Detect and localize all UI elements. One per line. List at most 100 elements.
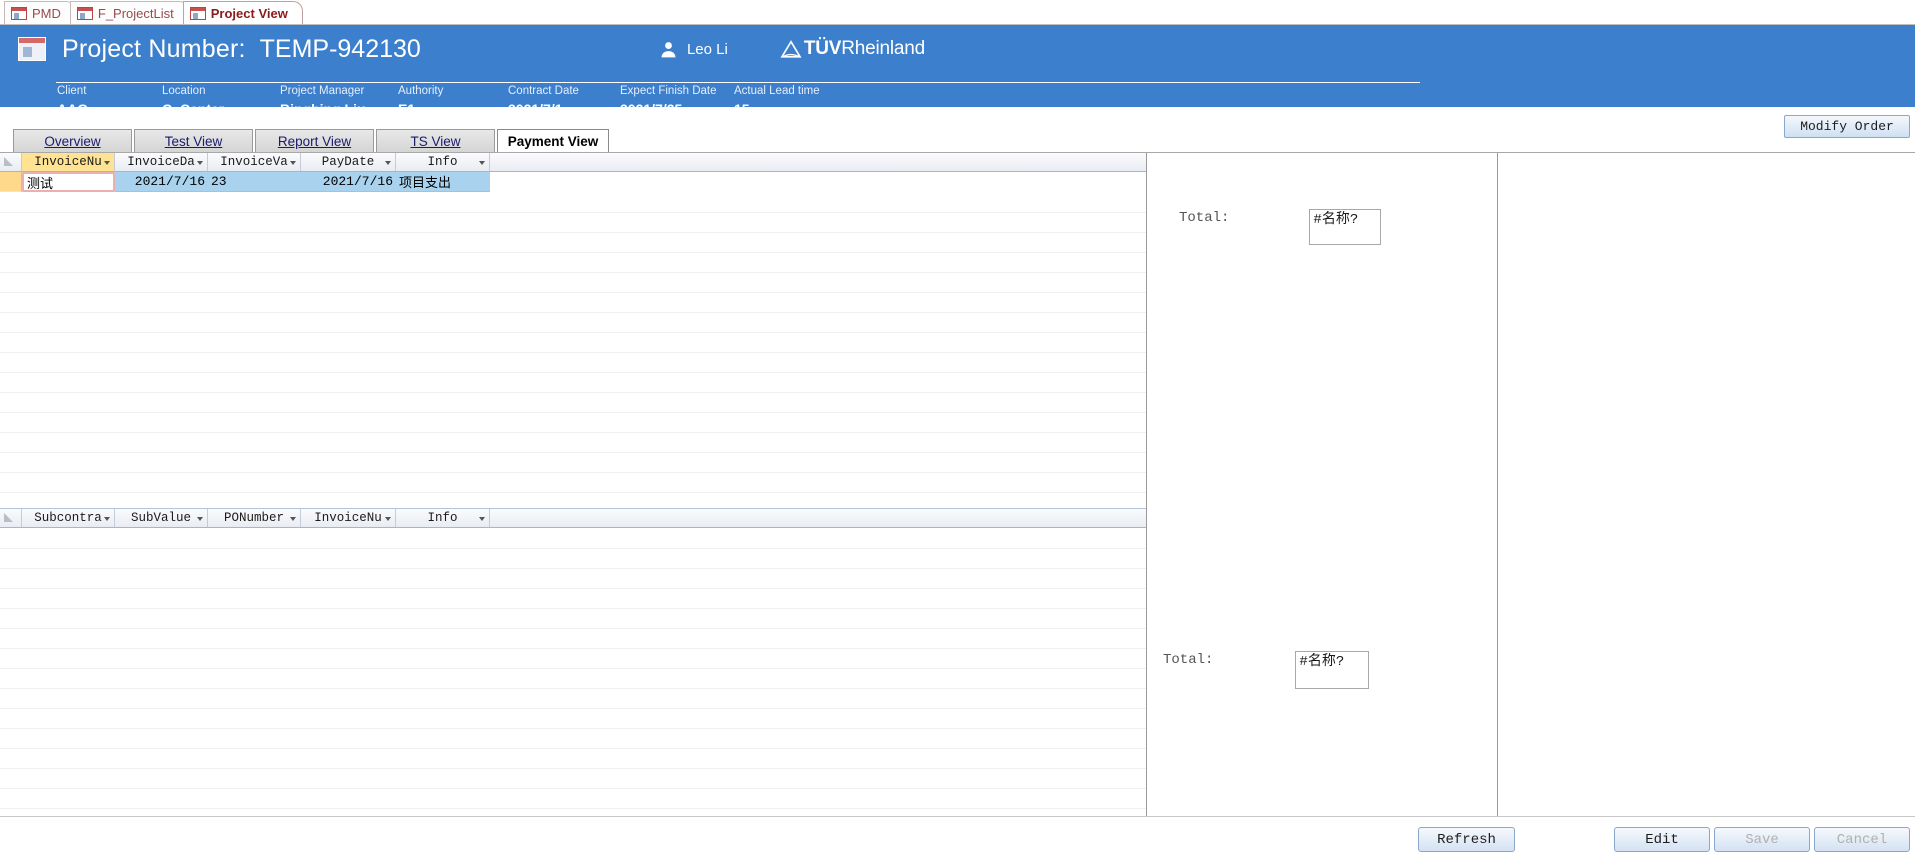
subcontract-total-value[interactable]: #名称? [1295,651,1370,689]
user-name: Leo Li [686,40,728,58]
row-selector[interactable] [0,172,22,192]
chevron-down-icon[interactable] [290,517,296,521]
field-location: Location C. Center [162,83,280,118]
payment-datasheet: InvoiceNu InvoiceDa InvoiceVa PayDate In… [0,153,1146,513]
cancel-button: Cancel [1814,827,1910,852]
subcontract-total-block: Total: #名称? [1163,651,1370,689]
doc-tab-label: F_ProjectList [97,5,174,21]
field-label: Actual Lead time [734,85,820,97]
field-label: Contract Date [508,85,579,97]
totals-panel: Total: #名称? Total: #名称? [1147,153,1497,816]
payment-view-body: InvoiceNu InvoiceDa InvoiceVa PayDate In… [0,152,1915,816]
page-title: Project Number: [62,34,246,63]
column-header-invoicedate[interactable]: InvoiceDa [115,153,208,171]
field-expect-finish-date: Expect Finish Date 2021/7/25 [620,83,734,118]
user-icon [661,41,676,57]
edit-button[interactable]: Edit [1614,827,1710,852]
column-header-subvalue[interactable]: SubValue [115,509,208,527]
field-label: Authority [398,85,444,97]
column-label: InvoiceNu [314,511,382,525]
field-value: 2021/7/25 [620,101,683,117]
subcontract-grid-empty-area[interactable] [0,529,1146,816]
doc-tab-label: PMD [32,5,61,21]
chevron-down-icon[interactable] [104,517,110,521]
header-filler [490,509,1146,527]
chevron-down-icon[interactable] [385,517,391,521]
column-header-invoicevalue[interactable]: InvoiceVa [208,153,301,171]
cell-invoicevalue[interactable]: 23 [208,172,301,192]
tab-payment-view[interactable]: Payment View [497,129,609,153]
right-empty-panel [1498,153,1915,816]
chevron-down-icon[interactable] [104,161,110,165]
refresh-button[interactable]: Refresh [1418,827,1515,852]
datasheet-icon [11,6,27,20]
subcontract-grid-header-row: Subcontra SubValue PONumber InvoiceNu In… [0,509,1146,528]
field-client: Client AAG [57,83,162,118]
column-label: Info [427,155,458,169]
form-icon [18,37,46,61]
tab-overview[interactable]: Overview [13,129,132,153]
field-actual-lead-time: Actual Lead time 15 [734,83,854,118]
field-label: Project Manager [280,85,365,97]
tuv-brand-normal: Rheinland [841,38,925,59]
chevron-down-icon[interactable] [385,161,391,165]
column-header-subcontractor[interactable]: Subcontra [22,509,115,527]
chevron-down-icon[interactable] [290,161,296,165]
project-fields: Client AAG Location C. Center Project Ma… [57,83,854,118]
table-row[interactable]: 测试 2021/7/16 23 2021/7/16 项目支出 [0,172,1146,192]
column-header-ponumber[interactable]: PONumber [208,509,301,527]
field-label: Location [162,85,206,97]
payment-total-value[interactable]: #名称? [1309,209,1382,245]
project-header: Project Number: TEMP-942130 Leo Li TÜV R… [0,25,1915,138]
column-header-invoicenumber[interactable]: InvoiceNu [22,153,115,171]
column-header-paydate[interactable]: PayDate [301,153,396,171]
action-footer: Refresh Edit Save Cancel [0,816,1915,863]
tab-report-view[interactable]: Report View [255,129,374,153]
datasheet-icon [76,6,93,20]
project-number-value: TEMP-942130 [259,34,421,63]
doc-tab-pmd[interactable]: PMD [4,1,76,24]
cell-info[interactable]: 项目支出 [396,172,490,192]
cell-invoicenumber[interactable]: 测试 [22,172,115,192]
column-header-info[interactable]: Info [396,153,490,171]
tab-ts-view[interactable]: TS View [376,129,495,153]
cell-invoicedate[interactable]: 2021/7/16 [115,172,208,192]
doc-tab-f-projectlist[interactable]: F_ProjectList [69,1,189,24]
field-value: AAG [57,101,89,117]
subcontract-datasheet: Subcontra SubValue PONumber InvoiceNu In… [0,508,1146,816]
chevron-down-icon[interactable] [479,517,485,521]
doc-tab-label: Project View [210,5,288,21]
cell-paydate[interactable]: 2021/7/16 [301,172,396,192]
field-project-manager: Project Manager Bingbing Liu [280,83,398,118]
column-label: SubValue [130,511,191,525]
user-chip[interactable]: Leo Li [659,40,728,59]
view-tab-bar: Overview Test View Report View TS View P… [0,125,1915,153]
column-header-info[interactable]: Info [396,509,490,527]
tab-test-view[interactable]: Test View [134,129,253,153]
column-label: InvoiceVa [220,155,288,169]
column-label: PayDate [321,155,375,169]
chevron-down-icon[interactable] [197,161,203,165]
select-all-corner[interactable] [0,153,22,171]
grids-panel: InvoiceNu InvoiceDa InvoiceVa PayDate In… [0,153,1146,816]
header-right-group: Leo Li TÜV Rheinland [659,25,1915,73]
payment-total-block: Total: #名称? [1179,209,1382,245]
payment-grid-empty-area[interactable] [0,193,1146,513]
doc-tab-project-view[interactable]: Project View [182,1,303,24]
tuv-triangle-icon [780,39,802,58]
column-label: Info [427,511,458,525]
column-label: PONumber [223,511,284,525]
tuv-rheinland-logo: TÜV Rheinland [780,38,925,60]
column-header-invoicenumber[interactable]: InvoiceNu [301,509,396,527]
chevron-down-icon[interactable] [479,161,485,165]
subcontract-total-label: Total: [1163,652,1214,668]
row-filler [490,172,1146,192]
chevron-down-icon[interactable] [197,517,203,521]
field-value: 2021/7/1 [508,101,563,117]
column-label: InvoiceNu [34,155,102,169]
column-label: InvoiceDa [127,155,195,169]
save-button: Save [1714,827,1810,852]
select-all-corner[interactable] [0,509,22,527]
field-value: 15 [734,101,750,117]
payment-total-label: Total: [1179,210,1230,226]
